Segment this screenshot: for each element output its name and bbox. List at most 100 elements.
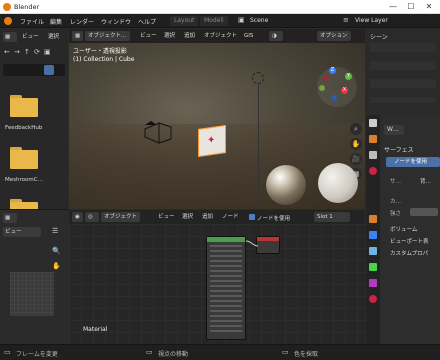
view-layer-selector[interactable]: View Layer — [355, 17, 388, 24]
mouse-right-icon: ▭ — [282, 348, 289, 356]
use-nodes-button[interactable]: ノードを使用 — [386, 157, 440, 167]
viewport-collection-label: (1) Collection | Cube — [73, 56, 135, 63]
world-selector[interactable]: W… — [384, 125, 404, 135]
object-mode-selector[interactable]: オブジェクト… — [85, 31, 130, 41]
volume-panel[interactable]: ボリューム — [390, 225, 417, 233]
origin-icon: ✦ — [207, 135, 216, 146]
gizmo-y-axis[interactable]: Y — [345, 73, 352, 80]
mouse-left-icon: ▭ — [4, 348, 11, 356]
zoom-icon[interactable]: 🔍 — [52, 248, 61, 255]
blender-window: Blender — ☐ ✕ ファイル 編集 レンダー ウィンドウ ヘルプ Lay… — [0, 0, 440, 360]
3d-viewport[interactable]: ▦ オブジェクト… ビュー 選択 追加 オブジェクト GIS ◑ オプション ユ… — [69, 29, 365, 209]
output-tab-icon[interactable] — [369, 151, 377, 159]
background-shader-field[interactable]: 背… — [420, 177, 431, 185]
file-view-menu[interactable]: ビュー — [20, 32, 41, 42]
menu-file[interactable]: ファイル — [20, 17, 44, 26]
parent-dir-icon[interactable]: ↑ — [24, 49, 30, 56]
folder-icon[interactable] — [10, 147, 38, 169]
options-menu[interactable]: オプション — [317, 31, 351, 41]
light-object-icon[interactable] — [252, 72, 264, 84]
minimize-button[interactable]: — — [386, 1, 400, 13]
menu-edit[interactable]: 編集 — [50, 17, 62, 26]
image-view-menu[interactable]: ビュー — [3, 227, 41, 237]
render-tab-icon[interactable] — [369, 135, 377, 143]
vp-select-menu[interactable]: 選択 — [161, 31, 178, 41]
ne-object-selector[interactable]: オブジェクト — [101, 212, 141, 222]
file-browser-panel: ▦ ビュー 選択 ← → ↑ ⟳ ▣ FeedbackHub MeshroomC… — [0, 29, 68, 344]
shader-type-icon[interactable]: ◎ — [85, 212, 99, 222]
tab-layout[interactable]: Layout — [170, 16, 199, 26]
vp-add-menu[interactable]: 追加 — [181, 31, 198, 41]
folder-icon[interactable] — [10, 95, 38, 117]
new-folder-icon[interactable]: ▣ — [44, 49, 51, 56]
editor-type-icon[interactable]: ▦ — [72, 31, 84, 41]
menu-window[interactable]: ウィンドウ — [101, 17, 131, 26]
node-link — [246, 240, 258, 247]
node-header — [257, 237, 279, 241]
close-button[interactable]: ✕ — [422, 1, 436, 13]
image-canvas-grid[interactable] — [10, 272, 54, 316]
menu-help[interactable]: ヘルプ — [138, 17, 156, 26]
scene-icon: ▣ — [238, 16, 245, 24]
folder-label: FeedbackHub — [5, 125, 43, 131]
navigation-gizmo[interactable]: Z Y X — [315, 65, 359, 109]
hand-icon[interactable]: ✋ — [52, 263, 61, 270]
node-fields[interactable] — [210, 245, 242, 335]
particles-tab-icon[interactable] — [369, 247, 377, 255]
outliner-list[interactable] — [370, 43, 436, 103]
ne-view-menu[interactable]: ビュー — [155, 212, 178, 222]
file-select-menu[interactable]: 選択 — [46, 32, 61, 42]
camera-view-icon[interactable]: 🎥 — [350, 153, 362, 165]
vp-view-menu[interactable]: ビュー — [137, 31, 160, 41]
shading-solid-icon[interactable]: ◑ — [269, 31, 283, 41]
scene-selector[interactable]: Scene — [250, 17, 268, 24]
gizmo-z-axis[interactable]: Z — [329, 67, 336, 74]
refresh-icon[interactable]: ⟳ — [34, 49, 40, 56]
file-search-input[interactable] — [3, 64, 65, 76]
outliner-scene-label: シーン — [370, 34, 388, 41]
status-right-hint: 色を採取 — [294, 351, 319, 358]
editor-type-icon[interactable]: ▦ — [3, 32, 17, 42]
viewport-display-panel[interactable]: ビューポート表 — [390, 237, 429, 245]
tab-modeling[interactable]: Modeli — [200, 16, 228, 26]
vp-gis-menu[interactable]: GIS — [241, 31, 256, 41]
principled-bsdf-node[interactable] — [206, 236, 246, 340]
viewport-perspective-label: ユーザー・透視投影 — [73, 48, 127, 55]
ne-add-menu[interactable]: 追加 — [199, 212, 216, 222]
editor-type-icon[interactable]: ▦ — [3, 213, 17, 223]
zoom-icon[interactable]: ⌕ — [350, 123, 362, 135]
shader-node-editor[interactable]: ◉ ◎ オブジェクト ビュー 選択 追加 ノード ノードを使用 Slot 1 M… — [69, 210, 365, 344]
outliner[interactable]: シーン — [366, 29, 440, 113]
surface-label: サ… — [390, 179, 402, 185]
editor-type-icon[interactable]: ◉ — [72, 212, 83, 222]
use-nodes-checkbox[interactable] — [249, 214, 255, 220]
blender-menu-icon[interactable] — [4, 17, 12, 25]
object-tab-icon[interactable] — [369, 215, 377, 223]
tool-tab-icon[interactable] — [369, 119, 377, 127]
slot-selector[interactable]: Slot 1 — [314, 212, 350, 222]
world-tab-icon[interactable] — [369, 167, 377, 175]
properties-tabs — [366, 115, 380, 344]
filter-icon[interactable] — [44, 65, 54, 75]
surface-panel-header[interactable]: サーフェス — [384, 145, 414, 154]
forward-icon[interactable]: → — [14, 49, 20, 56]
ne-node-menu[interactable]: ノード — [219, 212, 242, 222]
material-tab-icon[interactable] — [369, 295, 377, 303]
ne-select-menu[interactable]: 選択 — [179, 212, 196, 222]
gizmo-x-axis[interactable]: X — [341, 87, 348, 94]
hamburger-icon[interactable]: ☰ — [52, 228, 58, 235]
modifier-tab-icon[interactable] — [369, 231, 377, 239]
camera-object-icon[interactable] — [143, 121, 173, 147]
menu-render[interactable]: レンダー — [70, 17, 94, 26]
material-output-node[interactable] — [256, 236, 280, 254]
back-icon[interactable]: ← — [4, 49, 10, 56]
constraints-tab-icon[interactable] — [369, 279, 377, 287]
physics-tab-icon[interactable] — [369, 263, 377, 271]
strength-field[interactable] — [410, 208, 438, 216]
maximize-button[interactable]: ☐ — [404, 1, 418, 13]
status-bar: ▭ フレームを変更 ▭ 視点の移動 ▭ 色を採取 — [0, 344, 440, 360]
custom-properties-panel[interactable]: カスタムプロパ — [390, 249, 428, 257]
hand-icon[interactable]: ✋ — [350, 138, 362, 150]
vp-object-menu[interactable]: オブジェクト — [201, 31, 240, 41]
title-bar: Blender — ☐ ✕ — [0, 0, 440, 14]
